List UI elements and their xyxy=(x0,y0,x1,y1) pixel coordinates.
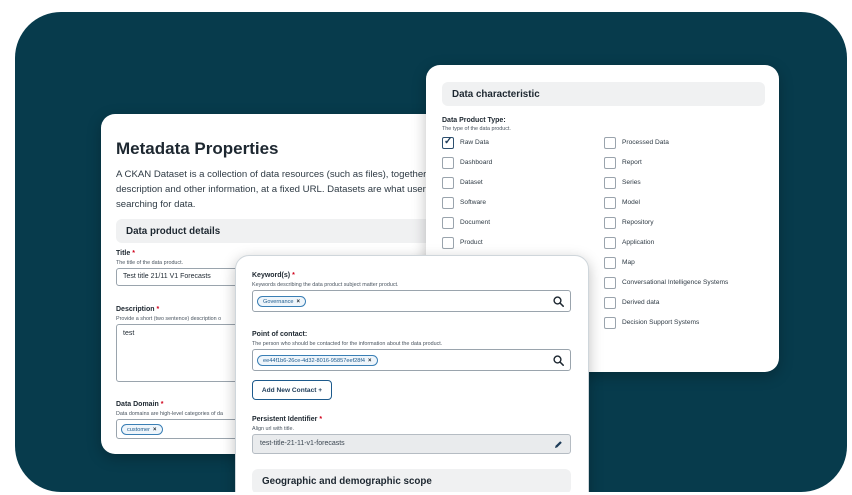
checkbox-label: Report xyxy=(622,159,642,166)
contact-chip-label: ee44f1b6-26ce-4d32-8016-95857eef28f4 xyxy=(263,357,366,364)
checkbox-software[interactable] xyxy=(442,197,454,209)
keywords-hint: Keywords describing the data product sub… xyxy=(252,282,399,288)
search-icon[interactable] xyxy=(553,355,564,366)
background-panel: Metadata Properties A CKAN Dataset is a … xyxy=(15,12,847,492)
checkbox-report[interactable] xyxy=(604,157,616,169)
checkbox-dataset[interactable] xyxy=(442,177,454,189)
persistent-identifier-label: Persistent Identifier * xyxy=(252,416,323,423)
checkbox-dashboard[interactable] xyxy=(442,157,454,169)
checkbox-raw-data[interactable]: ✓ xyxy=(442,136,454,149)
description-line-3: searching for data. xyxy=(116,199,196,210)
checkbox-label: Conversational Intelligence Systems xyxy=(622,279,729,286)
chip-remove-icon[interactable]: × xyxy=(296,299,300,305)
domain-chip-label: customer xyxy=(127,426,151,433)
section-data-characteristic: Data characteristic xyxy=(442,82,765,106)
page-title: Metadata Properties xyxy=(116,139,279,158)
checkbox-application[interactable] xyxy=(604,237,616,249)
point-of-contact-input[interactable]: ee44f1b6-26ce-4d32-8016-95857eef28f4 × xyxy=(252,349,571,371)
checkbox-label: Document xyxy=(460,219,491,226)
contact-chip[interactable]: ee44f1b6-26ce-4d32-8016-95857eef28f4 × xyxy=(257,355,378,366)
checkbox-model[interactable] xyxy=(604,197,616,209)
checkbox-map[interactable] xyxy=(604,257,616,269)
checkbox-label: Model xyxy=(622,199,640,206)
keywords-label: Keyword(s) * xyxy=(252,272,295,279)
checkbox-label: Application xyxy=(622,239,655,246)
check-icon: ✓ xyxy=(444,136,453,147)
point-of-contact-label: Point of contact: xyxy=(252,331,308,338)
data-domain-label: Data Domain * xyxy=(116,401,164,408)
keywords-input[interactable]: Governance × xyxy=(252,290,571,312)
checkbox-conversational-intelligence-systems[interactable] xyxy=(604,277,616,289)
checkbox-label: Decision Support Systems xyxy=(622,319,700,326)
data-domain-hint: Data domains are high-level categories o… xyxy=(116,411,223,417)
description-line-1: A CKAN Dataset is a collection of data r… xyxy=(116,169,455,180)
checkbox-label: Derived data xyxy=(622,299,660,306)
chip-remove-icon[interactable]: × xyxy=(153,427,157,433)
section-data-product-details: Data product details xyxy=(116,219,476,243)
section-geographic-scope: Geographic and demographic scope xyxy=(252,469,571,492)
title-label: Title * xyxy=(116,250,135,257)
checkbox-decision-support-systems[interactable] xyxy=(604,317,616,329)
pencil-icon[interactable] xyxy=(554,440,563,449)
title-value: Test title 21/11 V1 Forecasts xyxy=(123,273,211,280)
checkbox-product[interactable] xyxy=(442,237,454,249)
persistent-identifier-hint: Align url with title. xyxy=(252,426,294,432)
domain-chip-customer[interactable]: customer × xyxy=(121,424,163,435)
title-hint: The title of the data product. xyxy=(116,260,184,266)
description-label: Description * xyxy=(116,306,160,313)
checkbox-document[interactable] xyxy=(442,217,454,229)
description-line-2: description and other information, at a … xyxy=(116,184,464,195)
checkbox-label: Dataset xyxy=(460,179,483,186)
description-hint: Provide a short (two sentence) descripti… xyxy=(116,316,222,322)
checkbox-processed-data[interactable] xyxy=(604,137,616,149)
search-icon[interactable] xyxy=(553,296,564,307)
persistent-identifier-value: test-title-21-11-v1-forecasts xyxy=(260,440,345,447)
checkbox-repository[interactable] xyxy=(604,217,616,229)
keywords-card: Keyword(s) * Keywords describing the dat… xyxy=(235,255,589,492)
checkbox-label: Product xyxy=(460,239,483,246)
checkbox-label: Series xyxy=(622,179,641,186)
product-type-hint: The type of the data product. xyxy=(442,126,511,132)
persistent-identifier-input[interactable]: test-title-21-11-v1-forecasts xyxy=(252,434,571,454)
checkbox-label: Map xyxy=(622,259,635,266)
checkbox-derived-data[interactable] xyxy=(604,297,616,309)
keyword-chip-label: Governance xyxy=(263,298,294,305)
chip-remove-icon[interactable]: × xyxy=(368,358,372,364)
checkbox-label: Repository xyxy=(622,219,654,226)
checkbox-label: Software xyxy=(460,199,487,206)
add-new-contact-button[interactable]: Add New Contact + xyxy=(252,380,332,400)
keyword-chip-governance[interactable]: Governance × xyxy=(257,296,306,307)
point-of-contact-hint: The person who should be contacted for t… xyxy=(252,341,443,347)
checkbox-label: Raw Data xyxy=(460,139,489,146)
checkbox-label: Processed Data xyxy=(622,139,669,146)
description-value: test xyxy=(123,330,135,337)
product-type-label: Data Product Type: xyxy=(442,117,506,124)
checkbox-series[interactable] xyxy=(604,177,616,189)
checkbox-label: Dashboard xyxy=(460,159,493,166)
